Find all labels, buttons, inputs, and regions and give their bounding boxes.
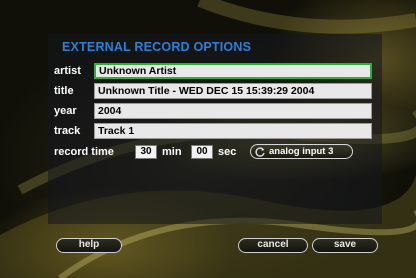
year-label: year bbox=[54, 105, 77, 117]
seconds-field[interactable]: 00 bbox=[191, 145, 213, 159]
title-label: title bbox=[54, 85, 74, 97]
cancel-button[interactable]: cancel bbox=[238, 238, 308, 253]
sec-label: sec bbox=[218, 146, 237, 158]
min-label: min bbox=[162, 146, 182, 158]
track-field[interactable]: Track 1 bbox=[94, 123, 372, 139]
title-field[interactable]: Unknown Title - WED DEC 15 15:39:29 2004 bbox=[94, 83, 372, 99]
record-time-label: record time bbox=[54, 146, 114, 158]
refresh-icon bbox=[255, 146, 265, 157]
minutes-field[interactable]: 30 bbox=[135, 145, 157, 159]
track-label: track bbox=[54, 125, 81, 137]
help-button[interactable]: help bbox=[56, 238, 122, 253]
panel-title: EXTERNAL RECORD OPTIONS bbox=[62, 40, 252, 54]
title-row: title bbox=[52, 83, 94, 99]
artist-row: artist bbox=[52, 63, 94, 79]
year-field[interactable]: 2004 bbox=[94, 103, 372, 119]
artist-field[interactable]: Unknown Artist bbox=[94, 63, 372, 79]
input-source-label: analog input 3 bbox=[269, 146, 334, 157]
artist-label: artist bbox=[54, 65, 81, 77]
tv-screen: EXTERNAL RECORD OPTIONS artist Unknown A… bbox=[0, 0, 416, 278]
year-row: year bbox=[52, 103, 94, 119]
input-source-button[interactable]: analog input 3 bbox=[250, 144, 353, 159]
track-row: track bbox=[52, 123, 94, 139]
save-button[interactable]: save bbox=[312, 238, 378, 253]
